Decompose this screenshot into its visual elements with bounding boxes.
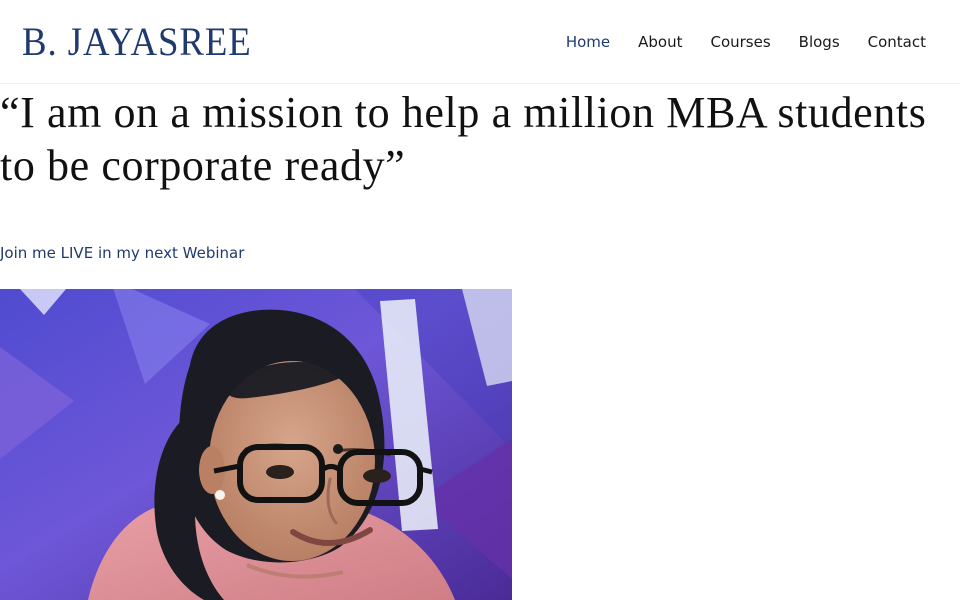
nav-item-courses[interactable]: Courses bbox=[710, 30, 770, 54]
main-navigation: Home About Courses Blogs Contact bbox=[566, 30, 926, 54]
bindi-shape bbox=[333, 444, 343, 454]
eye-shape bbox=[266, 465, 294, 479]
site-logo[interactable]: B. JAYASREE bbox=[22, 20, 252, 64]
eye-shape bbox=[363, 469, 391, 483]
webinar-link[interactable]: Join me LIVE in my next Webinar bbox=[0, 242, 244, 264]
nav-item-contact[interactable]: Contact bbox=[868, 30, 926, 54]
nav-item-about[interactable]: About bbox=[638, 30, 682, 54]
nav-item-blogs[interactable]: Blogs bbox=[799, 30, 840, 54]
profile-photo-illustration bbox=[0, 289, 512, 600]
profile-photo bbox=[0, 289, 512, 600]
site-header: B. JAYASREE Home About Courses Blogs Con… bbox=[0, 0, 960, 84]
earring-shape bbox=[215, 490, 225, 500]
hero-quote: “I am on a mission to help a million MBA… bbox=[0, 88, 927, 190]
nav-item-home[interactable]: Home bbox=[566, 30, 610, 54]
glasses-temple-shape bbox=[419, 466, 433, 475]
